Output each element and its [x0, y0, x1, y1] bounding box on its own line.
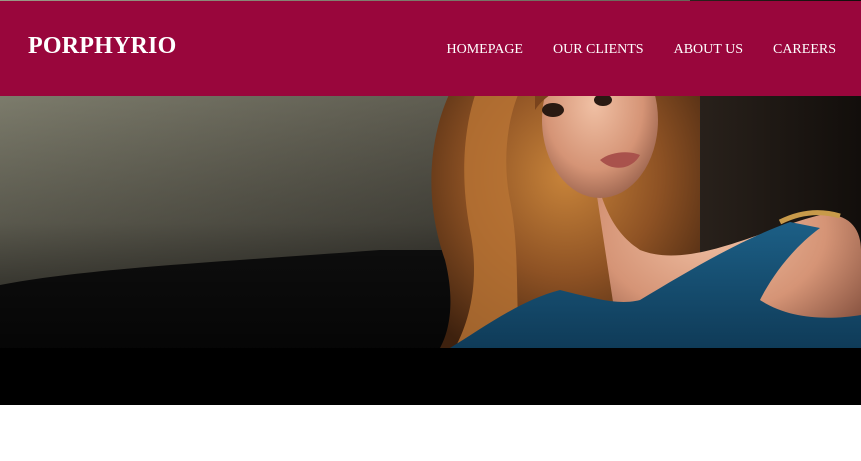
nav-item-our-clients[interactable]: OUR CLIENTS	[553, 41, 644, 59]
page-content	[0, 405, 861, 461]
page: PORPHYRIO HOMEPAGE OUR CLIENTS ABOUT US …	[0, 0, 861, 461]
nav-item-homepage[interactable]: HOMEPAGE	[446, 41, 523, 59]
site-header: PORPHYRIO HOMEPAGE OUR CLIENTS ABOUT US …	[0, 1, 861, 96]
nav-item-careers[interactable]: CAREERS	[773, 41, 836, 59]
site-logo[interactable]: PORPHYRIO	[28, 32, 176, 60]
main-nav: HOMEPAGE OUR CLIENTS ABOUT US CAREERS	[446, 41, 836, 59]
nav-item-about-us[interactable]: ABOUT US	[674, 41, 743, 59]
